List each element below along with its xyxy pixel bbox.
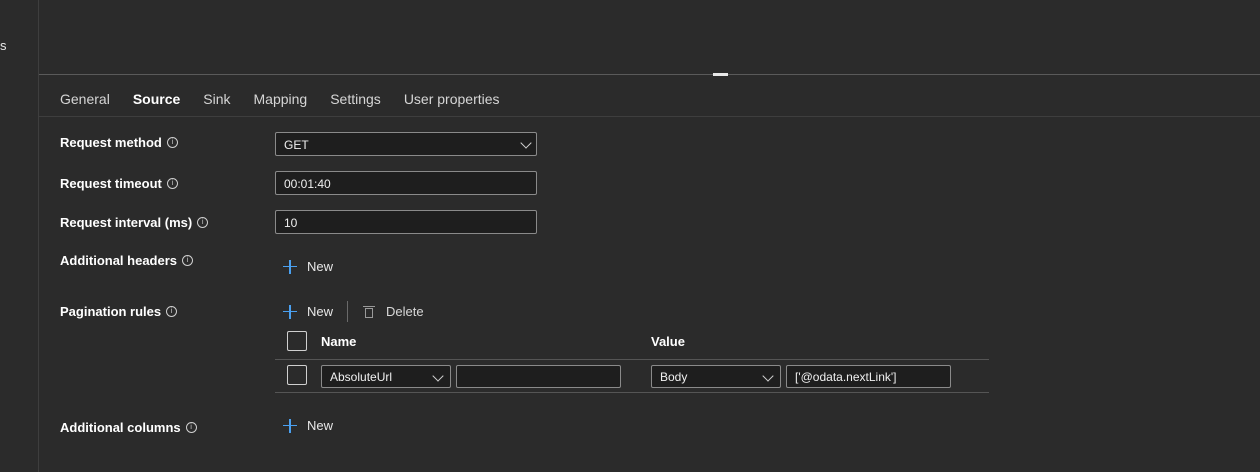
column-header-name: Name — [321, 334, 357, 349]
tab-source[interactable]: Source — [133, 90, 180, 108]
chevron-down-icon — [432, 370, 444, 382]
chevron-down-icon — [520, 137, 532, 149]
chevron-down-icon — [762, 370, 774, 382]
tab-settings[interactable]: Settings — [330, 90, 381, 108]
pagination-value-input[interactable]: ['@odata.nextLink'] — [786, 365, 951, 388]
select-all-checkbox[interactable] — [287, 331, 307, 351]
pagination-new-button[interactable]: New — [283, 304, 333, 319]
pagination-delete-button[interactable]: Delete — [363, 304, 424, 319]
additional-columns-label: Additional columns i — [60, 420, 197, 435]
plus-icon — [283, 418, 297, 433]
column-header-value: Value — [651, 334, 685, 349]
pane-splitter[interactable] — [39, 74, 1260, 75]
info-icon[interactable]: i — [197, 217, 209, 228]
request-timeout-label: Request timeout i — [60, 176, 178, 191]
additional-headers-label: Additional headers i — [60, 253, 194, 268]
toolbar-separator — [347, 301, 348, 322]
tab-bar: General Source Sink Mapping Settings Use… — [60, 90, 523, 108]
table-header-divider — [275, 359, 989, 360]
plus-icon — [283, 304, 297, 319]
tab-sink[interactable]: Sink — [203, 90, 230, 108]
tab-user-properties[interactable]: User properties — [404, 90, 500, 108]
tab-general[interactable]: General — [60, 90, 110, 108]
pagination-name-extra-input[interactable] — [456, 365, 621, 388]
request-method-select[interactable]: GET — [275, 132, 537, 156]
info-icon[interactable]: i — [166, 306, 178, 317]
pagination-value-select[interactable]: Body — [651, 365, 781, 388]
additional-columns-new-button[interactable]: New — [283, 418, 333, 433]
additional-headers-new-button[interactable]: New — [283, 259, 333, 274]
pagination-rules-label: Pagination rules i — [60, 304, 178, 319]
left-rail: s — [0, 0, 39, 472]
info-icon[interactable]: i — [185, 422, 197, 433]
splitter-handle[interactable] — [713, 73, 728, 76]
tab-mapping[interactable]: Mapping — [254, 90, 308, 108]
table-row-divider — [275, 392, 989, 393]
info-icon[interactable]: i — [166, 137, 178, 148]
request-interval-label: Request interval (ms) i — [60, 215, 209, 230]
request-timeout-input[interactable]: 00:01:40 — [275, 171, 537, 195]
request-interval-input[interactable]: 10 — [275, 210, 537, 234]
request-method-label: Request method i — [60, 135, 178, 150]
info-icon[interactable]: i — [182, 255, 194, 266]
info-icon[interactable]: i — [166, 178, 178, 189]
delete-icon — [363, 305, 375, 319]
pagination-name-select[interactable]: AbsoluteUrl — [321, 365, 451, 388]
tabs-divider — [39, 116, 1260, 117]
row-checkbox[interactable] — [287, 365, 307, 385]
plus-icon — [283, 259, 297, 274]
left-rail-stub-text: s — [0, 38, 7, 53]
